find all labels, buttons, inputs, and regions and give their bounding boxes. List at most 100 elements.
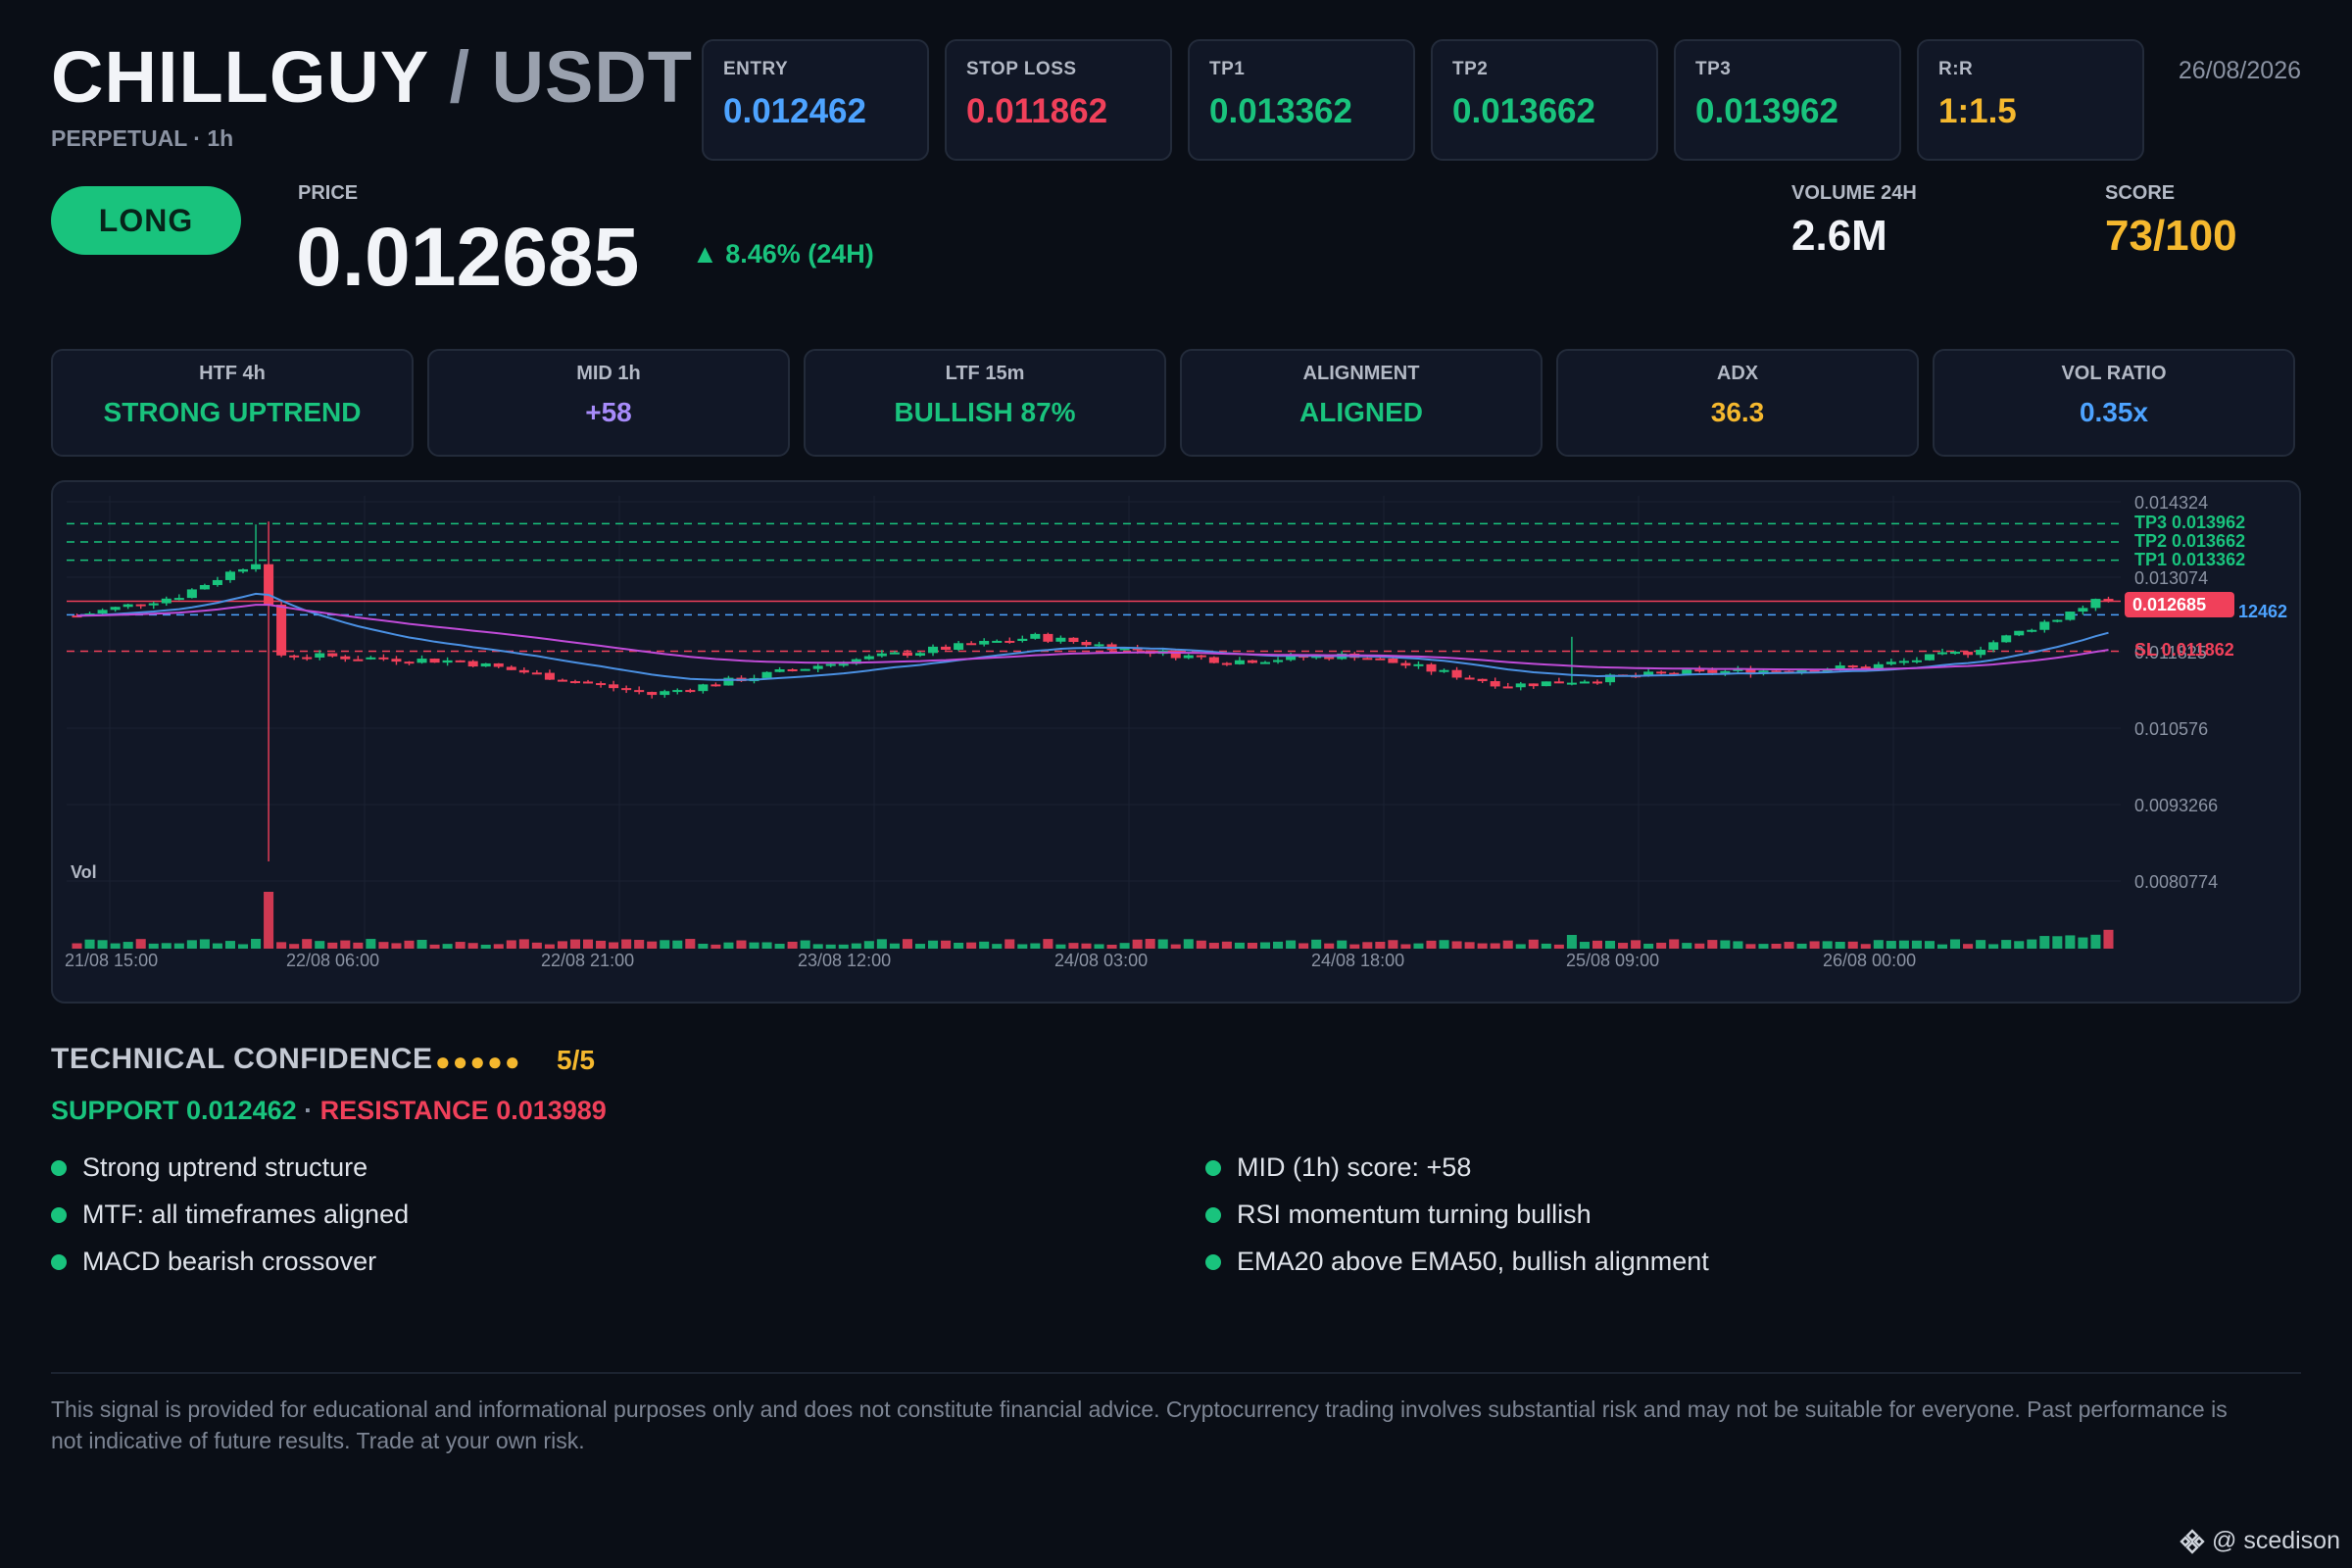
- candle-body: [1030, 633, 1041, 639]
- stop-loss-value: 0.011862: [966, 92, 1108, 130]
- score-label: SCORE: [2105, 182, 2176, 204]
- candle-body: [122, 604, 133, 608]
- candle-body: [2065, 612, 2076, 620]
- candle-body: [531, 672, 542, 675]
- ltf-card: LTF 15m BULLISH 87%: [804, 349, 1166, 457]
- confidence-dots: ●●●●●: [435, 1047, 522, 1076]
- candle-body: [1566, 682, 1577, 685]
- reason-text: MACD bearish crossover: [82, 1247, 377, 1276]
- volume-bar: [1439, 940, 1449, 949]
- volume-bar: [467, 943, 478, 949]
- candle-body: [902, 652, 912, 657]
- candle-body: [1081, 642, 1092, 646]
- price-chart-panel[interactable]: 0.014324 0.013074 0.011825 0.010576 0.00…: [51, 480, 2301, 1004]
- candle-body: [518, 669, 529, 673]
- candle-body: [596, 683, 607, 686]
- volume-bar: [1477, 943, 1488, 949]
- volume-bar: [1566, 935, 1577, 949]
- volume-bar: [1400, 944, 1411, 949]
- candle-body: [1707, 669, 1718, 673]
- candle-body: [2014, 630, 2025, 636]
- candle-body: [2103, 599, 2114, 602]
- candle-body: [429, 659, 440, 663]
- reason-item: RSI momentum turning bullish: [1205, 1200, 1592, 1230]
- volume-bar: [237, 944, 249, 949]
- reason-text: RSI momentum turning bullish: [1237, 1200, 1592, 1229]
- candle-body: [966, 643, 977, 646]
- candle-body: [544, 672, 555, 680]
- candlestick-chart[interactable]: 0.014324 0.013074 0.011825 0.010576 0.00…: [53, 482, 2301, 1004]
- candle-body: [569, 681, 580, 684]
- volume-bar: [1208, 943, 1219, 949]
- htf-label: HTF 4h: [199, 363, 266, 384]
- ema50-line: [76, 604, 2109, 671]
- volume-bar: [72, 943, 82, 949]
- candle-body: [110, 607, 121, 611]
- candle-body: [493, 662, 504, 667]
- volume-bar: [493, 944, 504, 949]
- candle-body: [1592, 681, 1602, 684]
- candle-body: [928, 646, 939, 654]
- candle-body: [366, 657, 376, 660]
- candle-body: [1911, 660, 1922, 662]
- volume-bar: [315, 941, 325, 949]
- price-change: ▲ 8.46% (24H): [692, 239, 874, 269]
- volume-bar: [84, 939, 95, 949]
- watermark: @ scedison: [2179, 1527, 2340, 1555]
- x-tick-label: 22/08 06:00: [286, 951, 379, 970]
- risk-reward-value: 1:1.5: [1938, 92, 2017, 130]
- y-tick-label: 0.014324: [2134, 493, 2208, 513]
- volume-bar: [1004, 939, 1015, 949]
- tp3-card: TP3 0.013962: [1674, 39, 1901, 161]
- volume-bar: [2103, 929, 2114, 949]
- volume-bar: [787, 941, 798, 949]
- sr-separator: ·: [304, 1096, 314, 1125]
- candle-body: [672, 690, 683, 693]
- tp3-chart-label: TP3 0.013962: [2134, 513, 2245, 532]
- htf-value: STRONG UPTREND: [103, 397, 362, 427]
- volume-bar: [1707, 940, 1718, 949]
- candle-body: [1464, 677, 1475, 680]
- volume-bar: [1055, 944, 1066, 949]
- x-tick-label: 25/08 09:00: [1566, 951, 1659, 970]
- candle-body: [404, 662, 415, 664]
- volume-bar: [1682, 943, 1692, 949]
- volume-bar: [1758, 944, 1769, 949]
- candle-body: [186, 589, 197, 599]
- htf-card: HTF 4h STRONG UPTREND: [51, 349, 414, 457]
- volume-bar: [1976, 940, 1986, 949]
- tp1-value: 0.013362: [1209, 92, 1352, 130]
- candle-body: [698, 684, 709, 692]
- volume-bar: [621, 939, 632, 949]
- volume-bar: [1988, 944, 1999, 949]
- tp3-value: 0.013962: [1695, 92, 1838, 130]
- volume-bar: [480, 944, 491, 949]
- volume-bar: [110, 943, 121, 949]
- candle-body: [1963, 652, 1974, 656]
- bullet-dot-icon: [1205, 1159, 1221, 1176]
- volume-bar: [1847, 941, 1858, 949]
- candle-body: [1553, 681, 1564, 684]
- entry-card: ENTRY 0.012462: [702, 39, 929, 161]
- candle-body: [1043, 633, 1054, 642]
- volume-bar: [148, 943, 159, 949]
- volume-bar: [1324, 943, 1335, 949]
- candle-body: [1886, 662, 1896, 664]
- volume-bar: [1835, 941, 1845, 949]
- volume-bar: [1860, 944, 1871, 949]
- candle-body: [1208, 657, 1219, 663]
- entry-label: ENTRY: [723, 59, 789, 79]
- candle-body: [1234, 660, 1245, 664]
- current-price-chart-label: 0.012685: [2132, 595, 2206, 614]
- volume-bar: [723, 942, 734, 949]
- candle-body: [264, 564, 274, 605]
- volume-bar: [569, 939, 580, 949]
- support-resistance: SUPPORT 0.012462 · RESISTANCE 0.013989: [51, 1096, 607, 1126]
- candle-body: [1694, 669, 1705, 672]
- volume-bar: [1106, 944, 1117, 949]
- candle-body: [621, 688, 632, 691]
- candle-body: [237, 568, 249, 572]
- volume-bar: [391, 943, 402, 949]
- volume-bar: [1631, 940, 1642, 949]
- candle-body: [1682, 669, 1692, 674]
